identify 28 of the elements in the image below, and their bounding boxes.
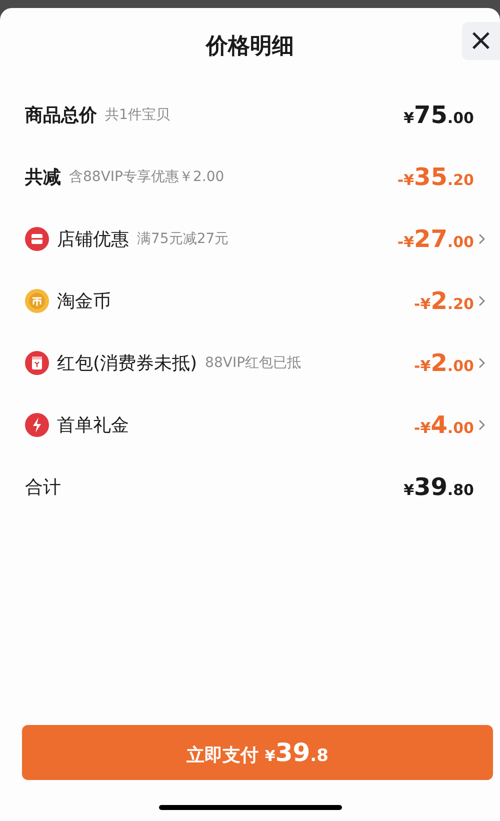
- row-label: 商品总价: [25, 104, 97, 127]
- close-button[interactable]: ×: [462, 22, 500, 60]
- row-note: 含88VIP专享优惠￥2.00: [69, 168, 224, 186]
- chevron-icon[interactable]: [478, 295, 486, 307]
- lightning-icon: [25, 413, 49, 437]
- price-amount: -¥2.00: [414, 349, 474, 377]
- row-note: 满75元减27元: [137, 230, 229, 248]
- row-label: 首单礼金: [57, 414, 129, 437]
- price-amount: -¥35.20: [397, 163, 474, 191]
- price-amount: -¥2.20: [414, 287, 474, 315]
- row-label: 淘金币: [57, 290, 111, 313]
- row-label: 合计: [25, 476, 61, 499]
- row-label: 共减: [25, 166, 61, 189]
- price-amount: ¥75.00: [404, 101, 474, 129]
- price-amount: ¥39.80: [404, 473, 474, 501]
- coin-icon: [25, 289, 49, 313]
- gift-packet-icon: [25, 351, 49, 375]
- chevron-icon[interactable]: [478, 233, 486, 245]
- row-note: 共1件宝贝: [105, 106, 170, 124]
- row-label: 店铺优惠: [57, 228, 129, 251]
- price-amount: -¥27.00: [397, 225, 474, 253]
- sheet-title: 价格明细: [206, 33, 294, 61]
- row-label: 红包(消费券未抵): [57, 352, 198, 375]
- shop-icon: [25, 227, 49, 251]
- chevron-icon[interactable]: [478, 419, 486, 431]
- chevron-icon[interactable]: [478, 357, 486, 369]
- row-note: 88VIP红包已抵: [205, 354, 302, 372]
- price-amount: -¥4.00: [414, 411, 474, 439]
